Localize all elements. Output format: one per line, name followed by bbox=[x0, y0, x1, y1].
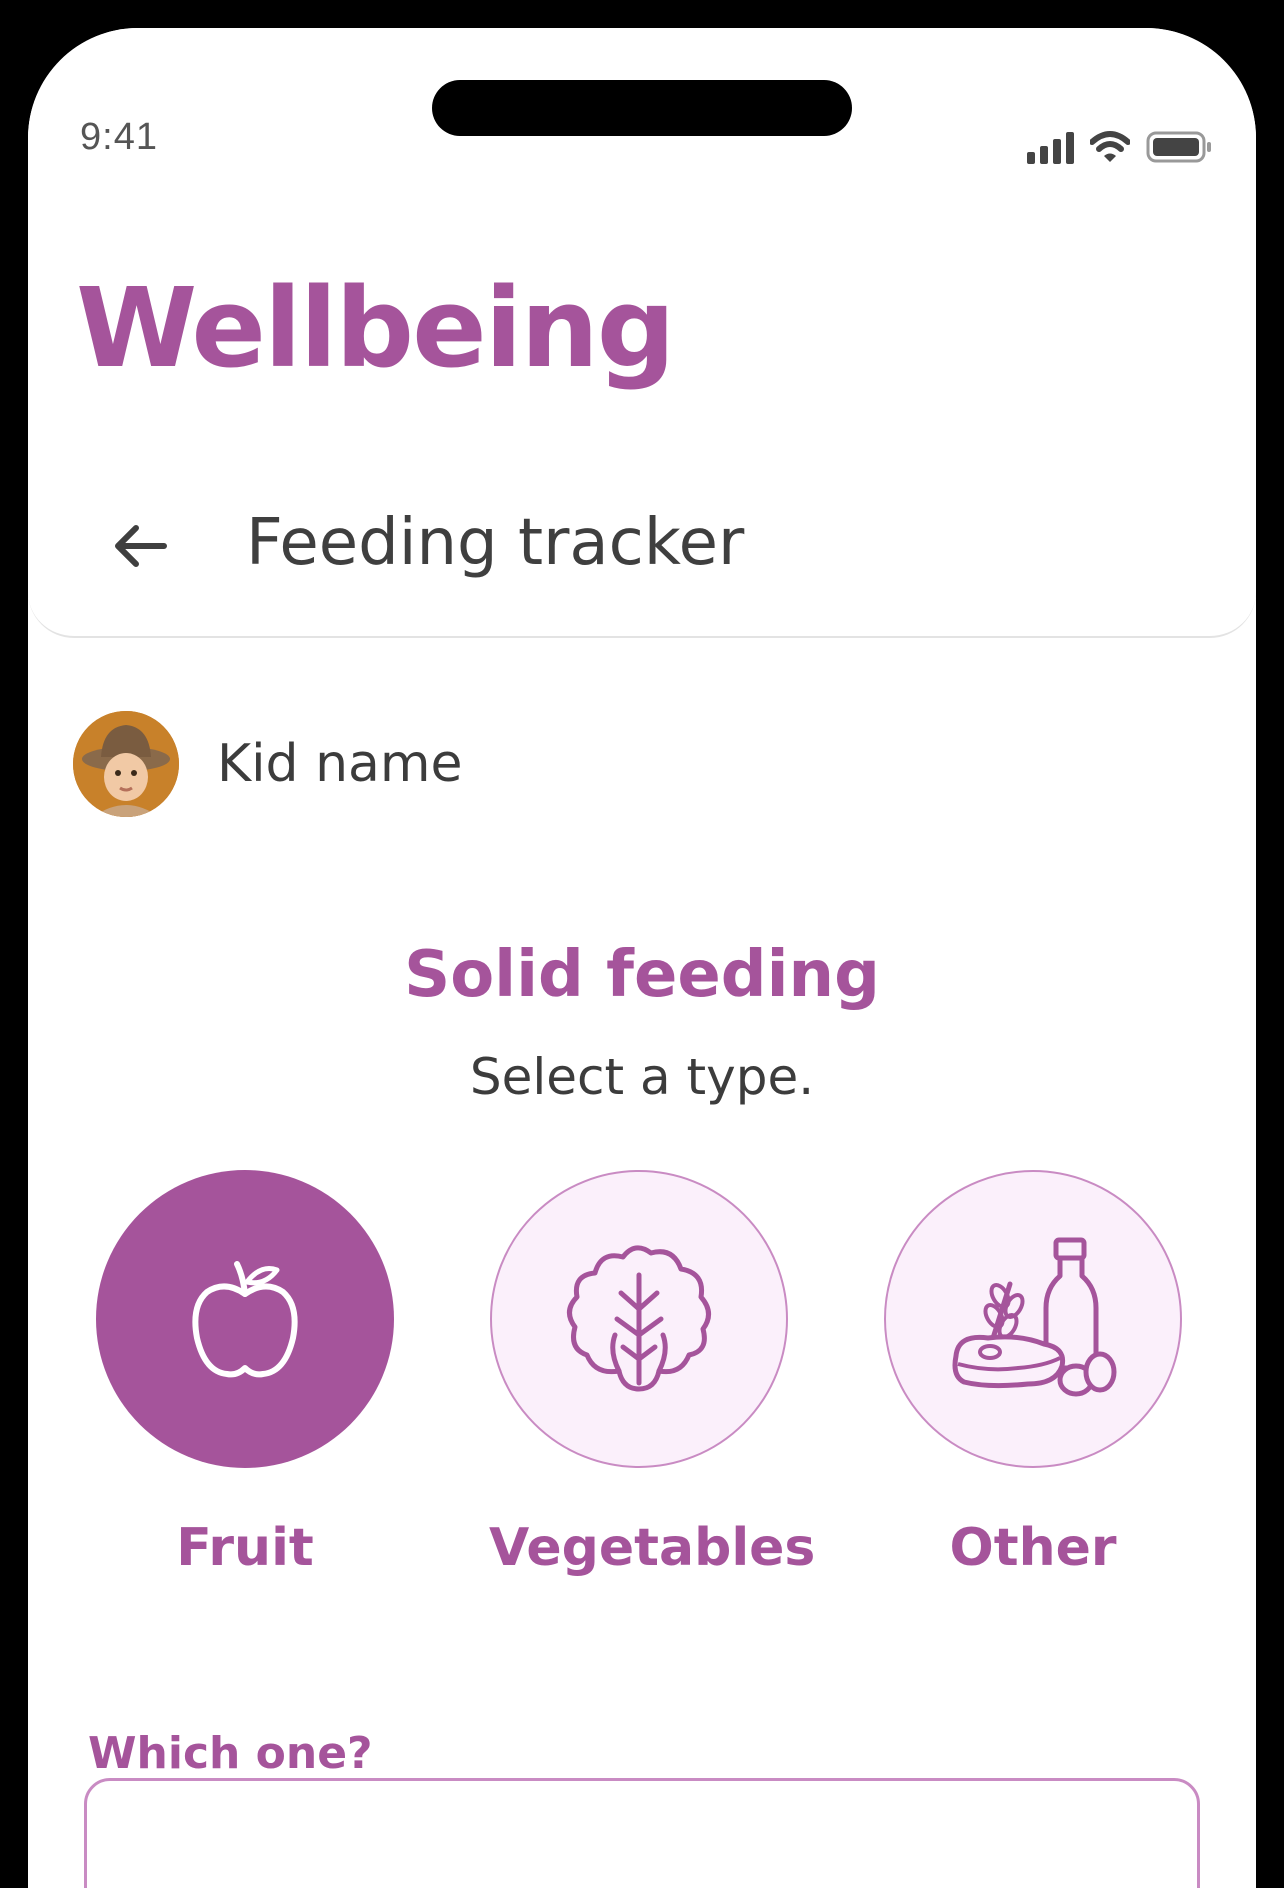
section-title: Solid feeding bbox=[404, 938, 880, 1012]
phone-screen: 9:41 Wellbeing Feeding tracker Kid name … bbox=[28, 28, 1256, 1888]
dynamic-island bbox=[432, 80, 852, 136]
type-circle-other[interactable] bbox=[884, 1170, 1182, 1468]
which-label: Which one? bbox=[88, 1728, 373, 1779]
status-bar: 9:41 bbox=[28, 28, 1256, 188]
which-select[interactable] bbox=[84, 1778, 1200, 1888]
status-time: 9:41 bbox=[80, 116, 158, 158]
kid-name: Kid name bbox=[217, 734, 463, 794]
type-circle-fruit[interactable] bbox=[96, 1170, 394, 1468]
avatar bbox=[73, 711, 179, 817]
arrow-left-icon bbox=[115, 525, 167, 567]
wifi-icon bbox=[1090, 131, 1130, 162]
other-food-icon bbox=[952, 1237, 1117, 1397]
kid-selector[interactable]: Kid name bbox=[73, 711, 463, 817]
screen-title: Feeding tracker bbox=[246, 506, 745, 580]
lettuce-icon bbox=[567, 1245, 711, 1392]
type-label-other: Other bbox=[949, 1518, 1117, 1578]
back-button[interactable] bbox=[100, 506, 180, 586]
battery-icon bbox=[1146, 131, 1211, 163]
header-card: 9:41 Wellbeing Feeding tracker bbox=[28, 28, 1256, 638]
type-circle-vegetables[interactable] bbox=[490, 1170, 788, 1468]
type-label-vegetables: Vegetables bbox=[489, 1518, 816, 1578]
type-label-fruit: Fruit bbox=[176, 1518, 314, 1578]
type-option-fruit[interactable]: Fruit bbox=[95, 1170, 395, 1578]
section-subtitle: Select a type. bbox=[469, 1048, 815, 1106]
type-option-vegetables[interactable]: Vegetables bbox=[489, 1170, 816, 1578]
cellular-signal-icon bbox=[1027, 130, 1074, 164]
type-option-other[interactable]: Other bbox=[883, 1170, 1183, 1578]
app-title: Wellbeing bbox=[76, 264, 676, 392]
status-icons bbox=[1027, 124, 1212, 164]
apple-icon bbox=[192, 1261, 298, 1378]
baby-avatar-icon bbox=[73, 711, 179, 817]
